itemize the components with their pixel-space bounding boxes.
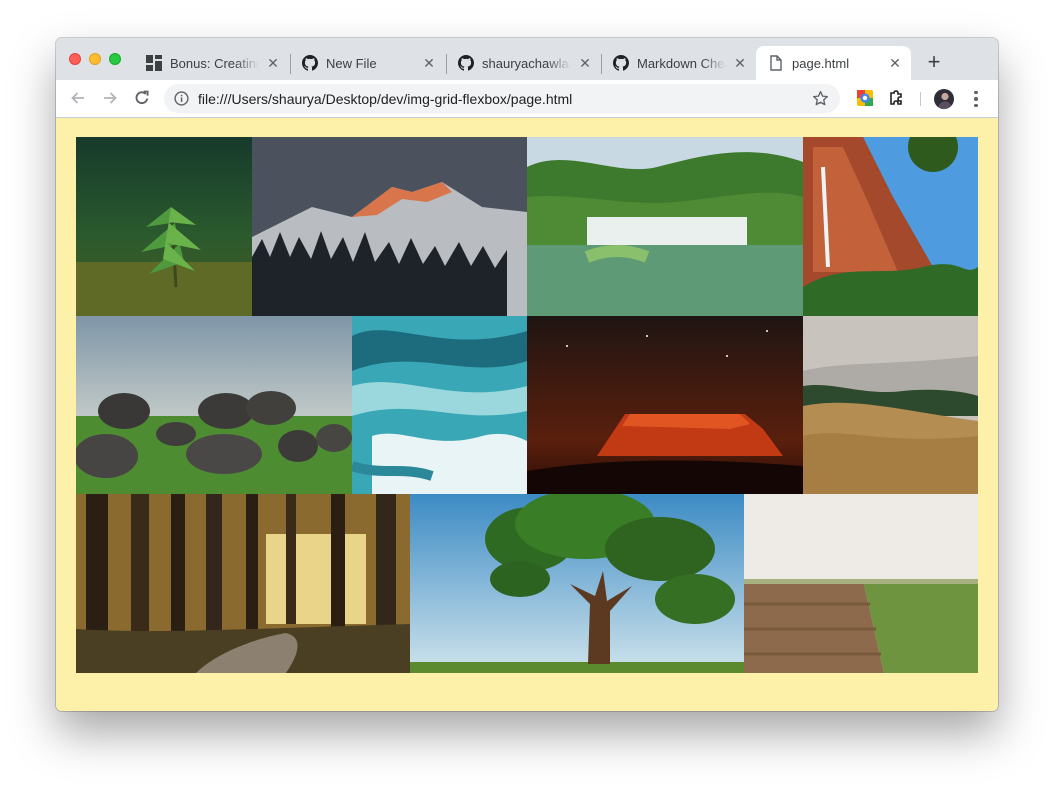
close-tab-icon[interactable]: ✕ [887, 55, 903, 71]
photo-mountain-sunset [252, 137, 527, 316]
avatar[interactable] [934, 89, 954, 109]
tab-markdown-cheatsheet[interactable]: Markdown Chea ✕ [601, 46, 756, 80]
puzzle-icon[interactable] [888, 89, 906, 107]
extension-icon[interactable] [856, 89, 874, 107]
file-icon [768, 55, 784, 71]
photo-hills [803, 316, 978, 494]
tab-new-file[interactable]: New File ✕ [290, 46, 445, 80]
minimize-window-button[interactable] [89, 53, 101, 65]
github-icon [613, 55, 629, 71]
browser-window: Bonus: Creating ✕ New File ✕ shauryachaw… [56, 38, 998, 711]
photo-seedling [76, 137, 252, 316]
tab-page-html[interactable]: page.html ✕ [756, 46, 911, 80]
close-window-button[interactable] [69, 53, 81, 65]
photo-desert-night-rock [527, 316, 803, 494]
reload-icon[interactable] [130, 86, 154, 110]
new-tab-button[interactable]: + [922, 49, 946, 74]
info-icon[interactable] [174, 91, 189, 106]
tab-title: Bonus: Creating [170, 55, 259, 71]
close-tab-icon[interactable]: ✕ [732, 55, 748, 71]
tab-title: Markdown Chea [637, 55, 726, 71]
photo-boulders [76, 316, 352, 494]
page-content [56, 118, 998, 711]
browser-toolbar: file:///Users/shaurya/Desktop/dev/img-gr… [56, 80, 998, 118]
photo-rapids [352, 316, 527, 494]
toolbar-divider [920, 92, 921, 106]
address-bar[interactable]: file:///Users/shaurya/Desktop/dev/img-gr… [164, 84, 840, 113]
star-icon[interactable] [812, 90, 829, 107]
menu-icon[interactable] [968, 89, 984, 109]
tab-title: New File [326, 55, 415, 71]
tab-title: page.html [792, 55, 881, 71]
tab-strip: Bonus: Creating ✕ New File ✕ shauryachaw… [56, 38, 998, 80]
grid-icon [146, 55, 162, 71]
close-tab-icon[interactable]: ✕ [577, 55, 593, 71]
photo-forest-path [76, 494, 410, 673]
photo-field [744, 494, 978, 673]
photo-tree [410, 494, 744, 673]
tab-bonus-creating[interactable]: Bonus: Creating ✕ [134, 46, 289, 80]
github-icon [302, 55, 318, 71]
tab-shauryachawla[interactable]: shauryachawla/ ✕ [446, 46, 601, 80]
tab-title: shauryachawla/ [482, 55, 571, 71]
forward-icon[interactable] [98, 86, 122, 110]
github-icon [458, 55, 474, 71]
close-tab-icon[interactable]: ✕ [421, 55, 437, 71]
photo-red-cliff [803, 137, 978, 316]
back-icon[interactable] [66, 86, 90, 110]
close-tab-icon[interactable]: ✕ [265, 55, 281, 71]
photo-waterfall [527, 137, 803, 316]
maximize-window-button[interactable] [109, 53, 121, 65]
url-text[interactable]: file:///Users/shaurya/Desktop/dev/img-gr… [198, 91, 572, 107]
